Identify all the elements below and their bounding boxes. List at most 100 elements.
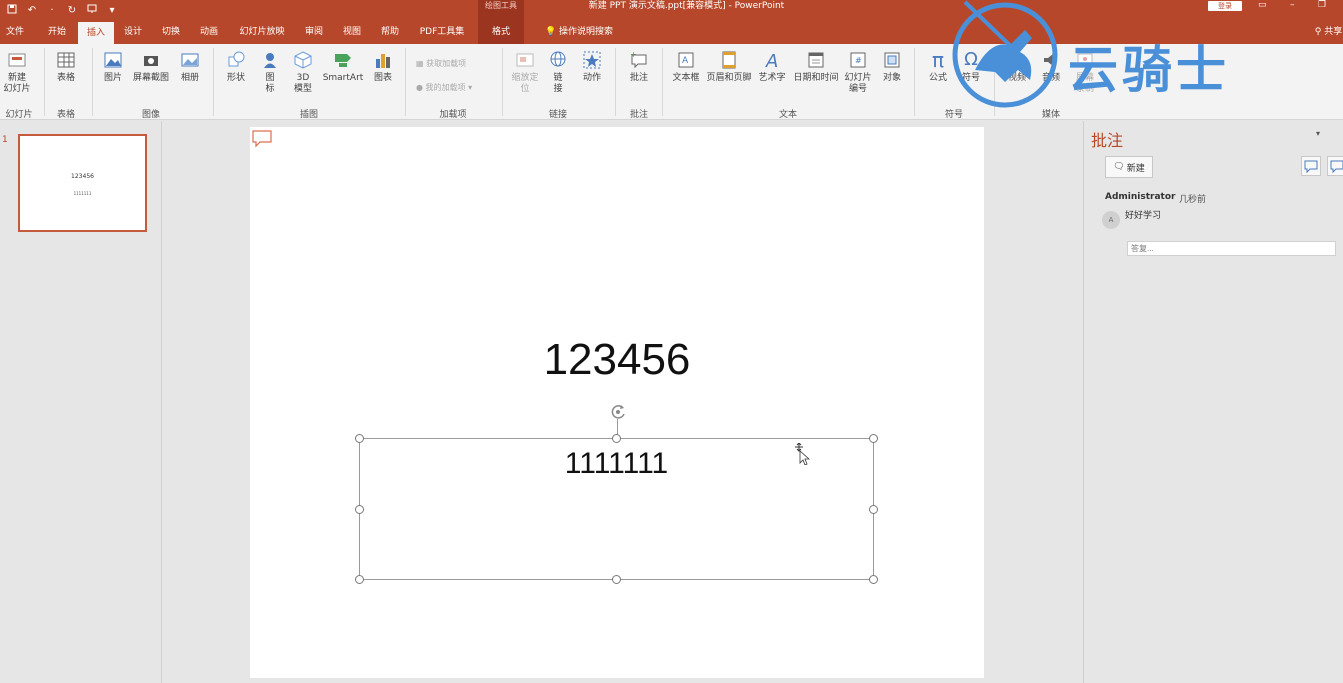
- textbox-button[interactable]: A 文本框: [670, 50, 702, 84]
- action-icon: [583, 51, 601, 69]
- next-comment-icon: [1330, 160, 1343, 174]
- get-addins-button[interactable]: ▦ 获取加载项: [416, 58, 466, 69]
- shapes-button[interactable]: 形状: [222, 50, 250, 84]
- icons-icon: [264, 53, 276, 68]
- album-button[interactable]: 相册: [176, 50, 204, 84]
- comments-pane-title: 批注: [1091, 131, 1124, 150]
- group-separator: [213, 48, 214, 116]
- group-separator: [662, 48, 663, 116]
- picture-button[interactable]: 图片: [100, 50, 126, 84]
- wordart-button[interactable]: A 艺术字: [756, 50, 788, 84]
- header-footer-icon: [722, 51, 736, 69]
- new-slide-button[interactable]: 新建 幻灯片: [2, 50, 32, 95]
- tab-transitions[interactable]: 切换: [156, 20, 186, 44]
- zoom-button[interactable]: 缩放定 位: [508, 50, 542, 95]
- new-slide-label: 新建 幻灯片: [3, 73, 31, 94]
- tab-file[interactable]: 文件: [0, 20, 30, 44]
- equation-label: 公式: [928, 73, 947, 83]
- slide-number-label: 幻灯片 编号: [844, 73, 872, 94]
- datetime-button[interactable]: 日期和时间: [790, 50, 842, 84]
- avatar: A: [1102, 211, 1120, 229]
- 3d-model-button[interactable]: 3D 模型: [290, 50, 316, 95]
- tab-view[interactable]: 视图: [337, 20, 367, 44]
- resize-handle-top-left[interactable]: [355, 434, 364, 443]
- textbox-label: 文本框: [672, 73, 700, 83]
- previous-comment-button[interactable]: [1301, 156, 1321, 176]
- group-label-comments: 批注: [629, 110, 648, 120]
- group-label-links: 链接: [548, 110, 567, 120]
- header-footer-label: 页眉和页脚: [706, 73, 752, 83]
- tell-me-search[interactable]: 💡 操作说明搜索: [534, 20, 624, 44]
- tab-slideshow[interactable]: 幻灯片放映: [234, 20, 290, 44]
- next-comment-button[interactable]: [1327, 156, 1343, 176]
- action-button[interactable]: 动作: [578, 50, 606, 84]
- object-button[interactable]: 对象: [878, 50, 906, 84]
- comment-marker-icon[interactable]: [252, 129, 272, 149]
- tab-animations[interactable]: 动画: [194, 20, 224, 44]
- tab-design[interactable]: 设计: [118, 20, 148, 44]
- tab-review[interactable]: 审阅: [299, 20, 329, 44]
- smartart-button[interactable]: SmartArt: [320, 50, 366, 84]
- rotate-handle-icon[interactable]: [608, 402, 628, 422]
- svg-text:A: A: [765, 51, 778, 70]
- datetime-label: 日期和时间: [793, 73, 839, 83]
- table-button[interactable]: 表格: [52, 50, 80, 84]
- group-label-images: 图像: [141, 110, 160, 120]
- link-button[interactable]: 链 接: [546, 50, 570, 95]
- my-addins-button[interactable]: ● 我的加载项 ▾: [416, 82, 472, 93]
- screenshot-button[interactable]: 屏幕截图: [130, 50, 172, 84]
- store-icon: ▦: [416, 59, 424, 68]
- comment-body[interactable]: 好好学习: [1125, 208, 1161, 221]
- slide-number-button[interactable]: # 幻灯片 编号: [842, 50, 874, 95]
- new-comment-label: 新建: [1126, 163, 1145, 174]
- object-icon: [884, 52, 900, 68]
- calendar-icon: [808, 52, 824, 68]
- move-cursor-icon: [795, 443, 810, 465]
- resize-handle-bottom[interactable]: [612, 575, 621, 584]
- smartart-icon: [335, 54, 351, 67]
- resize-handle-left[interactable]: [355, 505, 364, 514]
- watermark-text: 云骑士: [1068, 41, 1230, 99]
- shapes-label: 形状: [226, 73, 245, 83]
- resize-handle-bottom-left[interactable]: [355, 575, 364, 584]
- group-label-illustrations: 插图: [299, 110, 318, 120]
- header-footer-button[interactable]: 页眉和页脚: [704, 50, 754, 84]
- comment-time: 几秒前: [1179, 195, 1207, 205]
- zoom-icon: [516, 53, 534, 67]
- new-comment-icon: 🗨: [1113, 162, 1125, 172]
- table-icon: [57, 52, 75, 68]
- pane-options-icon[interactable]: ▾: [1316, 129, 1320, 138]
- action-label: 动作: [582, 73, 601, 83]
- reply-input[interactable]: [1127, 241, 1336, 256]
- resize-handle-bottom-right[interactable]: [869, 575, 878, 584]
- resize-handle-top[interactable]: [612, 434, 621, 443]
- tab-format[interactable]: 格式: [478, 20, 524, 44]
- resize-handle-top-right[interactable]: [869, 434, 878, 443]
- wordart-icon: A: [765, 51, 778, 70]
- 3d-model-label: 3D 模型: [293, 73, 312, 94]
- slide-thumbnail-pane: 1 123456 1111111: [0, 121, 162, 683]
- slide-thumbnail[interactable]: 123456 1111111: [18, 134, 147, 232]
- chart-button[interactable]: 图表: [370, 50, 396, 84]
- tab-pdf[interactable]: PDF工具集: [414, 20, 470, 44]
- resize-handle-right[interactable]: [869, 505, 878, 514]
- group-separator: [615, 48, 616, 116]
- album-label: 相册: [180, 73, 199, 83]
- comment-button[interactable]: + 批注: [624, 50, 654, 84]
- group-label-text: 文本: [778, 110, 797, 120]
- chart-icon: [376, 54, 390, 68]
- pi-icon: π: [931, 48, 945, 72]
- slide[interactable]: 123456 1111111: [250, 127, 984, 678]
- group-separator: [914, 48, 915, 116]
- tab-insert[interactable]: 插入: [78, 22, 114, 44]
- icons-button[interactable]: 图 标: [258, 50, 282, 95]
- slide-title[interactable]: 123456: [250, 335, 984, 385]
- thumbnail-title: 123456: [71, 173, 94, 180]
- new-comment-button[interactable]: 🗨 新建: [1105, 156, 1153, 178]
- comment-icon: +: [630, 50, 647, 69]
- tab-home[interactable]: 开始: [42, 20, 72, 44]
- group-label-tables: 表格: [56, 110, 75, 120]
- tab-help[interactable]: 帮助: [375, 20, 405, 44]
- cube-icon: [294, 51, 312, 69]
- wordart-label: 艺术字: [758, 73, 786, 83]
